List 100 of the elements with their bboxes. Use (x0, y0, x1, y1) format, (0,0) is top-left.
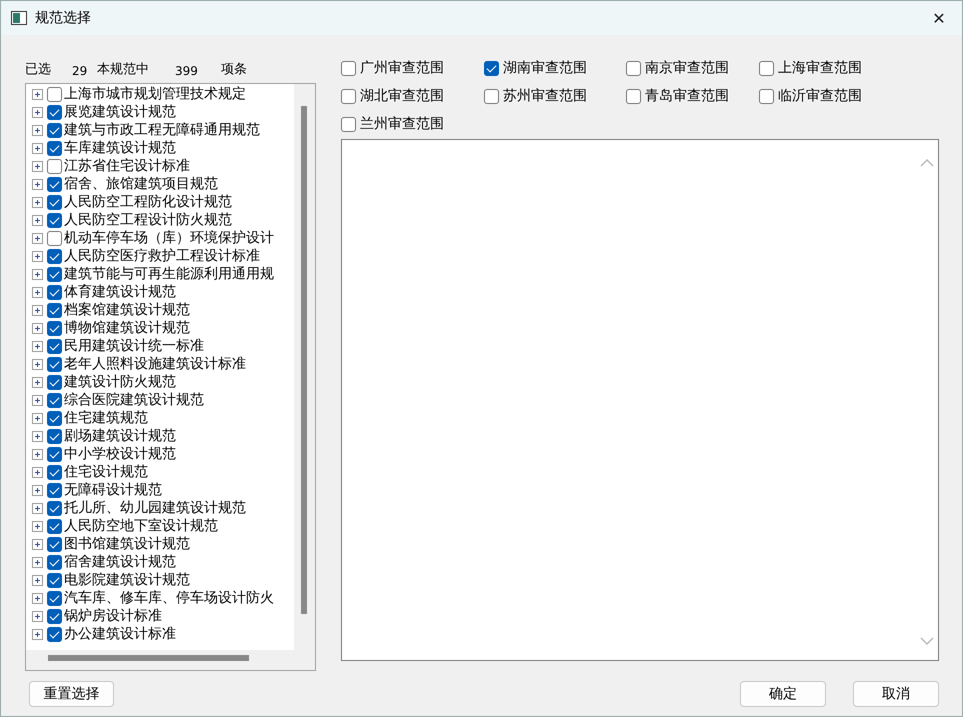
checkbox[interactable] (47, 284, 62, 300)
scope-checkbox[interactable]: 湖南审查范围 (484, 59, 626, 77)
expand-icon[interactable] (32, 196, 43, 208)
tree-item[interactable]: 人民防空医疗救护工程设计标准 (26, 247, 294, 265)
checkbox[interactable] (47, 302, 62, 318)
tree-item[interactable]: 住宅设计规范 (26, 463, 294, 481)
expand-icon[interactable] (32, 484, 43, 496)
tree-item[interactable]: 档案馆建筑设计规范 (26, 301, 294, 319)
tree-item[interactable]: 电影院建筑设计规范 (26, 571, 294, 589)
expand-icon[interactable] (32, 304, 43, 316)
expand-icon[interactable] (32, 250, 43, 262)
expand-icon[interactable] (32, 358, 43, 370)
tree-item[interactable]: 机动车停车场（库）环境保护设计 (26, 229, 294, 247)
tree-item[interactable]: 托儿所、幼儿园建筑设计规范 (26, 499, 294, 517)
checkbox[interactable] (47, 500, 62, 516)
checkbox[interactable] (759, 88, 774, 104)
checkbox[interactable] (341, 116, 356, 132)
scope-checkbox[interactable]: 临沂审查范围 (759, 87, 919, 105)
expand-icon[interactable] (32, 610, 43, 622)
checkbox[interactable] (47, 392, 62, 408)
checkbox[interactable] (47, 374, 62, 390)
reset-button[interactable]: 重置选择 (29, 680, 114, 706)
tree-item[interactable]: 宿舍、旅馆建筑项目规范 (26, 175, 294, 193)
scope-checkbox[interactable]: 南京审查范围 (626, 59, 759, 77)
expand-icon[interactable] (32, 394, 43, 406)
expand-icon[interactable] (32, 448, 43, 460)
tree-item[interactable]: 宿舍建筑设计规范 (26, 553, 294, 571)
tree-item[interactable]: 人民防空地下室设计规范 (26, 517, 294, 535)
checkbox[interactable] (484, 60, 499, 76)
scope-checkbox[interactable]: 苏州审查范围 (484, 87, 626, 105)
scrollbar-thumb[interactable] (48, 655, 249, 661)
expand-icon[interactable] (32, 412, 43, 424)
expand-icon[interactable] (32, 340, 43, 352)
expand-icon[interactable] (32, 142, 43, 154)
tree-item[interactable]: 中小学校设计规范 (26, 445, 294, 463)
expand-icon[interactable] (32, 322, 43, 334)
checkbox[interactable] (47, 536, 62, 552)
checkbox[interactable] (759, 60, 774, 76)
expand-icon[interactable] (32, 286, 43, 298)
tree-item[interactable]: 建筑节能与可再生能源利用通用规 (26, 265, 294, 283)
tree-item[interactable]: 人民防空工程防化设计规范 (26, 193, 294, 211)
expand-icon[interactable] (32, 502, 43, 514)
checkbox[interactable] (47, 608, 62, 624)
cancel-button[interactable]: 取消 (853, 680, 939, 706)
checkbox[interactable] (47, 482, 62, 498)
checkbox[interactable] (626, 60, 641, 76)
tree-item[interactable]: 剧场建筑设计规范 (26, 427, 294, 445)
checkbox[interactable] (47, 572, 62, 588)
checkbox[interactable] (47, 248, 62, 264)
scope-checkbox[interactable]: 上海审查范围 (759, 59, 919, 77)
checkbox[interactable] (47, 428, 62, 444)
expand-icon[interactable] (32, 160, 43, 172)
checkbox[interactable] (47, 554, 62, 570)
checkbox[interactable] (47, 140, 62, 156)
scope-checkbox[interactable]: 兰州审查范围 (341, 115, 484, 133)
expand-icon[interactable] (32, 466, 43, 478)
tree-item[interactable]: 展览建筑设计规范 (26, 103, 294, 121)
tree-item[interactable]: 上海市城市规划管理技术规定 (26, 85, 294, 103)
checkbox[interactable] (47, 230, 62, 246)
close-button[interactable]: ✕ (916, 1, 962, 35)
expand-icon[interactable] (32, 232, 43, 244)
expand-icon[interactable] (32, 430, 43, 442)
expand-icon[interactable] (32, 628, 43, 640)
checkbox[interactable] (341, 60, 356, 76)
scrollbar-thumb[interactable] (301, 106, 307, 614)
expand-icon[interactable] (32, 376, 43, 388)
tree-item[interactable]: 车库建筑设计规范 (26, 139, 294, 157)
expand-icon[interactable] (32, 214, 43, 226)
expand-icon[interactable] (32, 592, 43, 604)
tree-item[interactable]: 人民防空工程设计防火规范 (26, 211, 294, 229)
checkbox[interactable] (47, 320, 62, 336)
checkbox[interactable] (47, 518, 62, 534)
ok-button[interactable]: 确定 (740, 680, 826, 706)
checkbox[interactable] (47, 266, 62, 282)
tree-item[interactable]: 锅炉房设计标准 (26, 607, 294, 625)
tree-item[interactable]: 图书馆建筑设计规范 (26, 535, 294, 553)
tree-item[interactable]: 江苏省住宅设计标准 (26, 157, 294, 175)
expand-icon[interactable] (32, 88, 43, 100)
tree-item[interactable]: 汽车库、修车库、停车场设计防火 (26, 589, 294, 607)
checkbox[interactable] (47, 338, 62, 354)
checkbox[interactable] (341, 88, 356, 104)
tree-item[interactable]: 办公建筑设计标准 (26, 625, 294, 643)
expand-icon[interactable] (32, 520, 43, 532)
expand-icon[interactable] (32, 556, 43, 568)
scope-checkbox[interactable]: 广州审查范围 (341, 59, 484, 77)
tree-item[interactable]: 无障碍设计规范 (26, 481, 294, 499)
tree-item[interactable]: 博物馆建筑设计规范 (26, 319, 294, 337)
checkbox[interactable] (47, 86, 62, 102)
expand-icon[interactable] (32, 268, 43, 280)
checkbox[interactable] (47, 626, 62, 642)
expand-icon[interactable] (32, 574, 43, 586)
checkbox[interactable] (47, 446, 62, 462)
expand-icon[interactable] (32, 124, 43, 136)
checkbox[interactable] (47, 356, 62, 372)
tree-item[interactable]: 民用建筑设计统一标准 (26, 337, 294, 355)
expand-icon[interactable] (32, 106, 43, 118)
checkbox[interactable] (47, 104, 62, 120)
tree-item[interactable]: 住宅建筑规范 (26, 409, 294, 427)
tree-item[interactable]: 老年人照料设施建筑设计标准 (26, 355, 294, 373)
scope-checkbox[interactable]: 湖北审查范围 (341, 87, 484, 105)
